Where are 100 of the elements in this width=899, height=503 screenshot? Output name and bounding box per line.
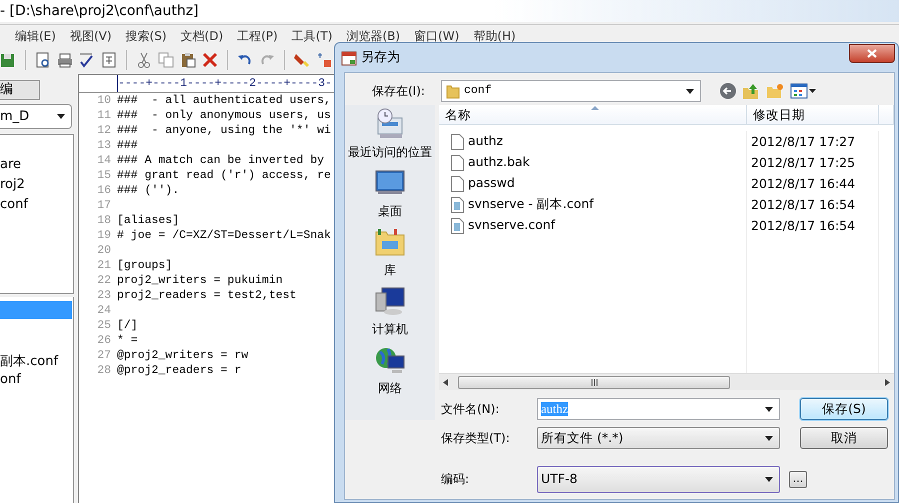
file-name[interactable]: authz.bak: [468, 153, 530, 172]
tree-item[interactable]: roj2: [0, 175, 73, 195]
menu-item[interactable]: 编辑(E): [8, 26, 63, 44]
place-item[interactable]: 网络: [374, 344, 406, 397]
right-arrow-icon[interactable]: [885, 378, 890, 386]
save-in-label: 保存在(I):: [372, 83, 426, 100]
menu-item[interactable]: 文档(D): [174, 26, 230, 44]
file-name[interactable]: passwd: [468, 174, 515, 193]
scissors-icon[interactable]: [136, 52, 152, 68]
document-icon[interactable]: [101, 52, 117, 68]
menu-item[interactable]: 视图(V): [62, 26, 119, 44]
place-item[interactable]: 最近访问的位置: [348, 108, 432, 161]
place-item[interactable]: 计算机: [372, 285, 408, 338]
line-number: 17: [96, 198, 111, 213]
notepad-icon: [341, 50, 357, 66]
folder-icon: [446, 83, 460, 99]
left-arrow-icon[interactable]: [443, 378, 448, 386]
save-all-icon[interactable]: [0, 52, 16, 68]
menu-item[interactable]: 工具(T): [284, 26, 340, 44]
column-header[interactable]: 修改日期: [747, 105, 879, 124]
code-line: @proj2_readers = r: [117, 363, 242, 378]
print-preview-icon[interactable]: [35, 52, 51, 68]
spellcheck-icon[interactable]: [79, 52, 95, 68]
line-number: 10: [96, 93, 111, 108]
file-date: 2012/8/17 16:54: [750, 217, 856, 235]
code-line: ### grant read ('r') access, re: [117, 168, 331, 183]
field-label: 编码:: [441, 471, 470, 488]
place-label: 最近访问的位置: [348, 144, 432, 161]
file-icon: [451, 134, 464, 150]
more-button[interactable]: ...: [789, 470, 807, 488]
menu-item[interactable]: 帮助(H): [466, 26, 523, 44]
caret-icon: [765, 406, 773, 412]
copy-icon[interactable]: [158, 52, 174, 68]
line-number: 23: [96, 288, 111, 303]
place-item[interactable]: 桌面: [374, 167, 406, 220]
code-line: proj2_readers = test2,test: [117, 288, 296, 303]
file-date: 2012/8/17 17:27: [750, 133, 856, 151]
settings-file-icon: [451, 218, 464, 234]
code-line: ### A match can be inverted by: [117, 153, 324, 168]
tree-item[interactable]: are: [0, 155, 73, 175]
menu-item[interactable]: 搜索(S): [118, 26, 174, 44]
printer-icon[interactable]: [57, 52, 73, 68]
window-title: - [D:\share\proj2\conf\authz]: [0, 3, 199, 19]
line-number: 26: [96, 333, 111, 348]
tree-item[interactable]: conf: [0, 195, 73, 215]
grip-icon: [590, 378, 598, 386]
file-name[interactable]: authz: [468, 132, 503, 151]
code-line: @proj2_writers = rw: [117, 348, 248, 363]
line-number: 19: [96, 228, 111, 243]
panel-tab[interactable]: 编: [0, 80, 40, 100]
delete-icon[interactable]: [202, 52, 218, 68]
file-type-select[interactable]: 所有文件 (*.*): [537, 427, 780, 449]
back-icon[interactable]: [719, 82, 737, 100]
line-number: 27: [96, 348, 111, 363]
file-name[interactable]: svnserve.conf: [468, 216, 556, 235]
file-item[interactable]: 副本.conf: [0, 353, 73, 371]
dialog-title: 另存为: [361, 48, 400, 67]
caret-icon: [57, 114, 65, 119]
column-ruler: ----+----1----+----2----+----3-: [117, 75, 332, 92]
code-line: [groups]: [117, 258, 172, 273]
line-number: 14: [96, 153, 111, 168]
scroll-thumb[interactable]: [458, 376, 730, 388]
code-line: * =: [117, 333, 138, 348]
caret-icon: [765, 436, 773, 440]
up-folder-icon[interactable]: [742, 82, 760, 100]
code-line: ### ('').: [117, 183, 180, 198]
place-label: 库: [384, 262, 396, 279]
file-date: 2012/8/17 16:44: [750, 175, 856, 193]
file-icon: [451, 176, 464, 192]
line-number: 28: [96, 363, 111, 378]
place-item[interactable]: 库: [374, 226, 406, 279]
replace-icon[interactable]: [316, 52, 332, 68]
highlighter-icon[interactable]: [294, 52, 310, 68]
place-label: 桌面: [378, 203, 402, 220]
horizontal-scrollbar[interactable]: [439, 373, 894, 390]
close-button[interactable]: [849, 44, 895, 63]
menu-item[interactable]: 工程(P): [230, 26, 285, 44]
computer-icon: [374, 285, 406, 317]
close-icon: [867, 49, 877, 58]
line-number: 21: [96, 258, 111, 273]
line-number: 25: [96, 318, 111, 333]
paste-icon[interactable]: [180, 52, 196, 68]
cancel-button[interactable]: 取消: [800, 427, 888, 449]
menu-item[interactable]: 浏览器(B): [339, 26, 408, 44]
drive-select[interactable]: m_D: [0, 104, 72, 129]
caret-icon: [686, 88, 694, 94]
line-number: 18: [96, 213, 111, 228]
file-item[interactable]: onf: [0, 371, 73, 389]
save-button[interactable]: 保存(S): [800, 398, 888, 420]
view-menu-icon[interactable]: [790, 83, 816, 99]
line-number: 16: [96, 183, 111, 198]
file-name[interactable]: svnserve - 副本.conf: [468, 195, 594, 214]
encoding-select[interactable]: UTF-8: [537, 466, 780, 492]
line-number: 24: [96, 303, 111, 318]
code-line: ###: [117, 138, 138, 153]
save-in-select[interactable]: conf: [441, 80, 701, 102]
menu-item[interactable]: 窗口(W): [407, 26, 466, 44]
file-date: 2012/8/17 16:54: [750, 196, 856, 214]
caret-icon: [765, 476, 773, 482]
settings-file-icon: [451, 196, 464, 212]
